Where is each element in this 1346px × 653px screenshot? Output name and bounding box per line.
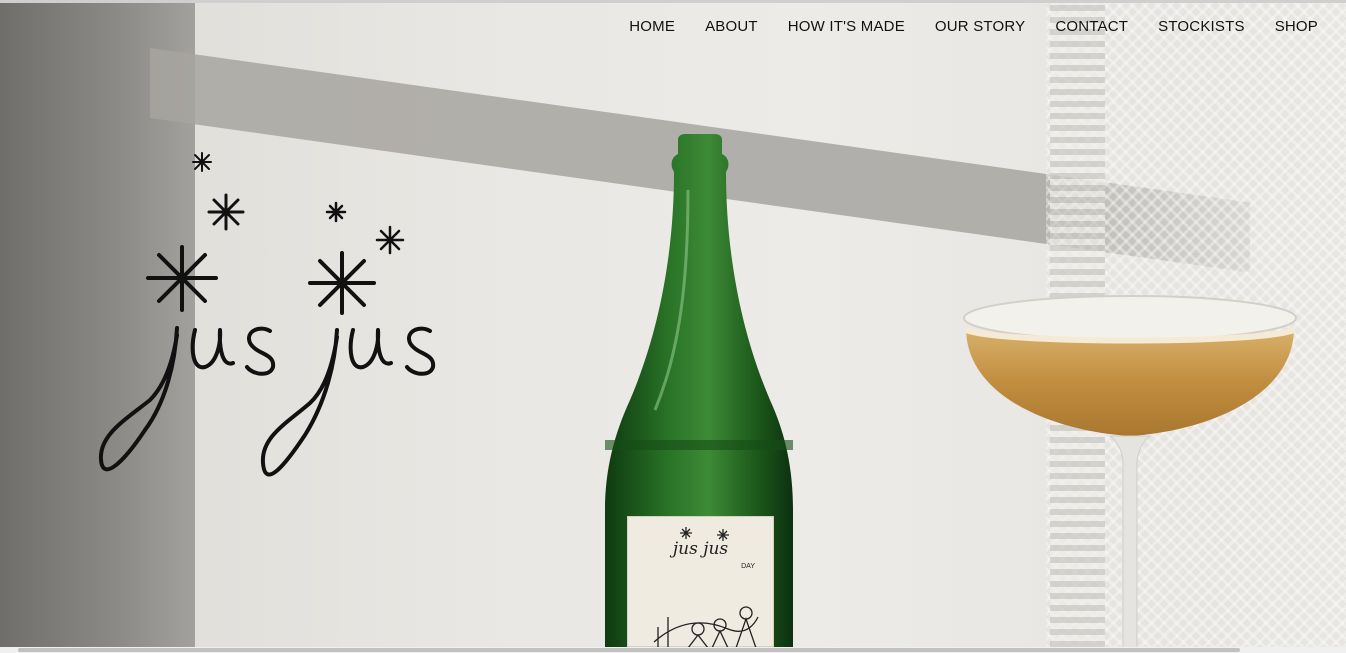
horizontal-scrollbar[interactable]: [0, 647, 1346, 653]
nav-contact[interactable]: CONTACT: [1055, 18, 1128, 35]
logo-script-2: [260, 326, 436, 477]
sparkle-icon: [325, 201, 347, 223]
nav-stockists[interactable]: STOCKISTS: [1158, 18, 1245, 35]
logo-script-1: [98, 326, 276, 472]
label-variant: DAY: [741, 563, 755, 570]
nav-about[interactable]: ABOUT: [705, 18, 758, 35]
nav-shop[interactable]: SHOP: [1275, 18, 1318, 35]
coupe-glass: [963, 295, 1297, 647]
nav-home[interactable]: HOME: [629, 18, 675, 35]
hero-section: HOME ABOUT HOW IT'S MADE OUR STORY CONTA…: [0, 0, 1346, 647]
sparkle-icon: [308, 251, 376, 315]
sparkle-icon: [192, 152, 212, 172]
sparkle-icon: [146, 245, 218, 312]
sparkle-icon: [207, 193, 245, 231]
top-border: [0, 0, 1346, 3]
label-illustration: [653, 527, 759, 647]
main-nav: HOME ABOUT HOW IT'S MADE OUR STORY CONTA…: [629, 18, 1318, 35]
label-brand: jus jus: [672, 539, 729, 559]
scrollbar-thumb[interactable]: [18, 648, 1240, 652]
nav-how-its-made[interactable]: HOW IT'S MADE: [788, 18, 905, 35]
nav-our-story[interactable]: OUR STORY: [935, 18, 1025, 35]
bottle-label: jus jus DAY: [627, 516, 774, 647]
sparkle-icon: [375, 225, 405, 255]
jus-jus-logo[interactable]: [95, 145, 445, 490]
